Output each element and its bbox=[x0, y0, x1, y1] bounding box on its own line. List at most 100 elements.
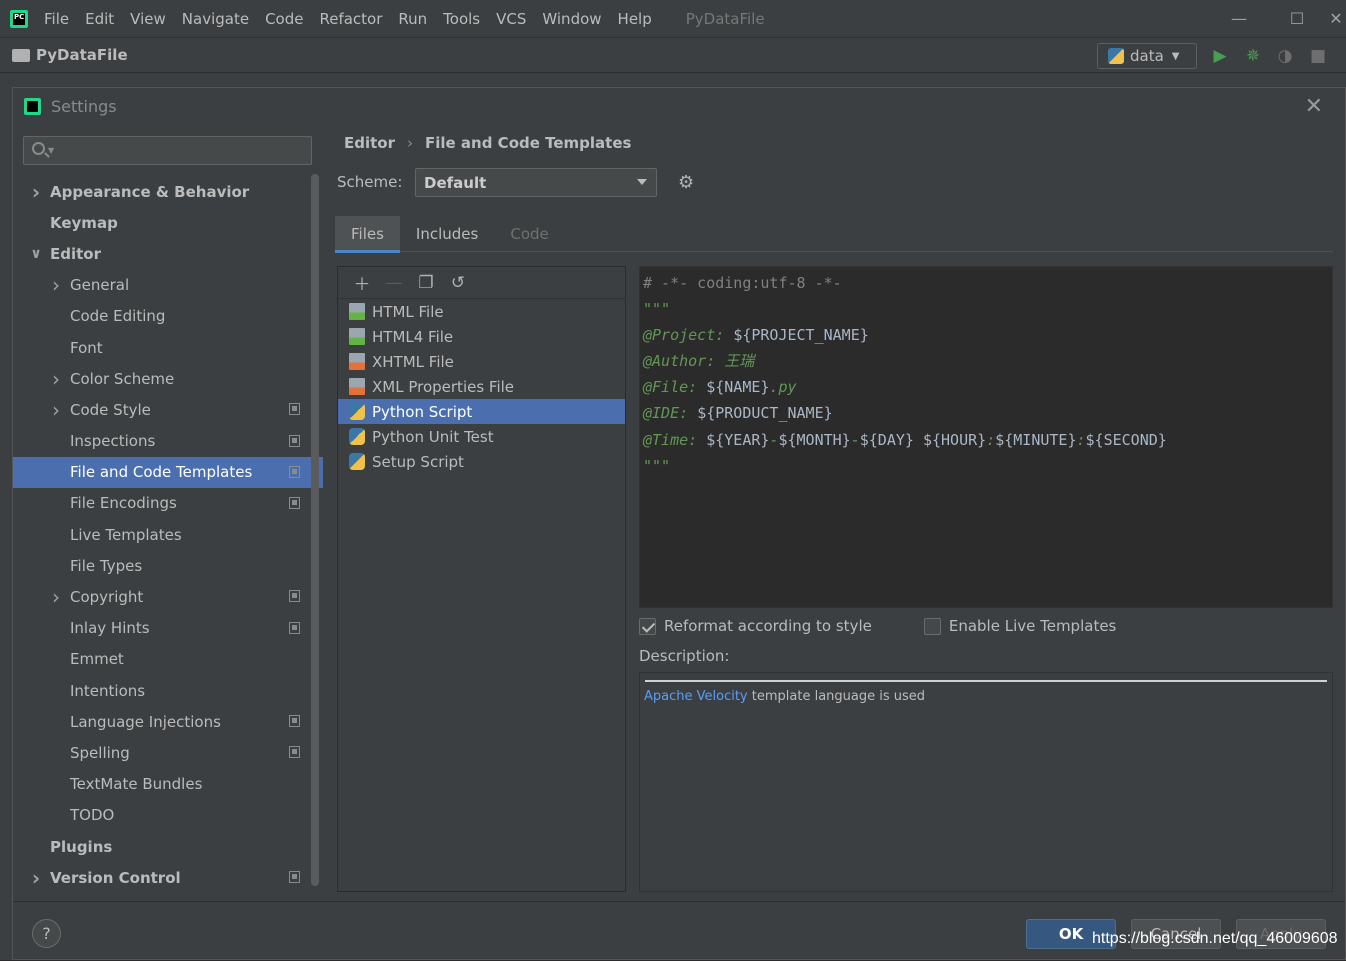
code-token: @Project: bbox=[643, 326, 734, 345]
template-item-label: XML Properties File bbox=[372, 377, 515, 396]
chevron-down-icon[interactable]: ∨ bbox=[30, 246, 42, 262]
menu-run[interactable]: Run bbox=[390, 10, 435, 28]
sidebar-item-intentions[interactable]: Intentions bbox=[13, 675, 323, 706]
sidebar-item-keymap[interactable]: Keymap bbox=[13, 207, 323, 238]
gear-icon[interactable]: ⚙ bbox=[678, 172, 694, 193]
debug-icon[interactable]: ✵ bbox=[1243, 46, 1263, 66]
sidebar-item-label: Editor bbox=[50, 244, 101, 263]
sidebar-scrollbar[interactable] bbox=[311, 174, 319, 886]
sidebar-item-label: TODO bbox=[70, 806, 115, 825]
remove-icon[interactable]: — bbox=[378, 273, 410, 293]
sidebar-item-file-and-code-templates[interactable]: File and Code Templates bbox=[13, 456, 323, 488]
sidebar-item-editor[interactable]: ∨ Editor bbox=[13, 238, 323, 269]
sidebar-item-spelling[interactable]: Spelling bbox=[13, 737, 323, 768]
tab-files[interactable]: Files bbox=[335, 216, 400, 253]
sidebar-item-emmet[interactable]: Emmet bbox=[13, 644, 323, 675]
scheme-select[interactable]: Default bbox=[415, 168, 657, 197]
live-templates-option[interactable]: Enable Live Templates bbox=[923, 617, 1117, 635]
chevron-right-icon[interactable]: › bbox=[50, 367, 62, 391]
reformat-checkbox[interactable] bbox=[639, 617, 656, 635]
settings-search-input[interactable]: ▼ bbox=[23, 136, 312, 165]
copy-icon[interactable]: ❐ bbox=[410, 273, 442, 293]
help-button[interactable]: ? bbox=[32, 919, 61, 948]
template-item-python-script[interactable]: Python Script bbox=[338, 399, 625, 424]
run-config-label: data bbox=[1130, 47, 1164, 65]
run-icon[interactable]: ▶ bbox=[1210, 46, 1230, 66]
tab-includes[interactable]: Includes bbox=[400, 216, 494, 252]
template-item-html-file[interactable]: HTML File bbox=[338, 299, 625, 324]
add-icon[interactable]: ＋ bbox=[346, 270, 378, 295]
sidebar-item-color-scheme[interactable]: › Color Scheme bbox=[13, 363, 323, 394]
search-icon bbox=[32, 142, 45, 155]
menu-window[interactable]: Window bbox=[534, 10, 609, 28]
sidebar-item-code-style[interactable]: › Code Style bbox=[13, 394, 323, 425]
sidebar-item-live-templates[interactable]: Live Templates bbox=[13, 519, 323, 550]
chevron-right-icon[interactable]: › bbox=[50, 273, 62, 297]
template-item-setup-script[interactable]: Setup Script bbox=[338, 449, 625, 474]
sidebar-item-code-editing[interactable]: Code Editing bbox=[13, 301, 323, 332]
reformat-label: Reformat according to style bbox=[664, 617, 872, 635]
menu-tools[interactable]: Tools bbox=[435, 10, 488, 28]
menu-view[interactable]: View bbox=[122, 10, 174, 28]
coverage-icon[interactable]: ◑ bbox=[1275, 46, 1295, 66]
sidebar-item-appearance-behavior[interactable]: › Appearance & Behavior bbox=[13, 176, 323, 207]
template-item-xml-properties-file[interactable]: XML Properties File bbox=[338, 374, 625, 399]
chevron-right-icon[interactable]: › bbox=[30, 180, 42, 204]
code-token: ${YEAR} bbox=[706, 430, 770, 449]
sidebar-item-font[interactable]: Font bbox=[13, 332, 323, 363]
close-icon[interactable]: ✕ bbox=[1305, 94, 1323, 119]
code-line: @Project: ${PROJECT_NAME} bbox=[643, 322, 1332, 348]
scheme-label: Scheme: bbox=[337, 173, 403, 191]
maximize-icon[interactable]: ☐ bbox=[1268, 9, 1326, 28]
tab-code: Code bbox=[510, 225, 549, 243]
chevron-right-icon[interactable]: › bbox=[30, 866, 42, 890]
sidebar-item-copyright[interactable]: › Copyright bbox=[13, 581, 323, 612]
sidebar-item-plugins[interactable]: Plugins bbox=[13, 831, 323, 862]
minimize-icon[interactable]: — bbox=[1210, 9, 1268, 28]
logo-text: PC bbox=[14, 12, 25, 21]
breadcrumb-editor[interactable]: Editor bbox=[344, 134, 395, 152]
template-item-python-unit-test[interactable]: Python Unit Test bbox=[338, 424, 625, 449]
template-editor[interactable]: # -*- coding:utf-8 -*- """ @Project: ${PRO… bbox=[639, 266, 1333, 608]
menu-help[interactable]: Help bbox=[610, 10, 660, 28]
settings-content: Editor › File and Code Templates Scheme:… bbox=[323, 124, 1345, 901]
reset-icon[interactable]: ↺ bbox=[442, 273, 474, 293]
settings-dialog: Settings ✕ ▼ › Appearance & Behavior Keyma… bbox=[12, 87, 1346, 960]
sidebar-item-language-injections[interactable]: Language Injections bbox=[13, 706, 323, 737]
sidebar-item-version-control[interactable]: › Version Control bbox=[13, 862, 323, 893]
stop-icon[interactable]: ■ bbox=[1308, 46, 1328, 66]
sidebar-item-label: Color Scheme bbox=[70, 369, 175, 388]
left-tool-strip bbox=[0, 87, 12, 960]
code-token: ${DAY} bbox=[859, 430, 914, 449]
sidebar-item-todo[interactable]: TODO bbox=[13, 800, 323, 831]
chevron-right-icon[interactable]: › bbox=[50, 585, 62, 609]
sidebar-item-inspections[interactable]: Inspections bbox=[13, 426, 323, 457]
sidebar-item-file-types[interactable]: File Types bbox=[13, 550, 323, 581]
chevron-right-icon[interactable]: › bbox=[50, 398, 62, 422]
code-token: ${PROJECT_NAME} bbox=[733, 326, 869, 345]
code-token: ${HOUR} bbox=[922, 430, 987, 449]
code-token: ${PRODUCT_NAME} bbox=[697, 404, 833, 423]
menu-file[interactable]: File bbox=[36, 10, 77, 28]
code-token: ${MONTH} bbox=[778, 430, 851, 449]
run-config-select[interactable]: data ▼ bbox=[1097, 43, 1197, 69]
sidebar-item-textmate-bundles[interactable]: TextMate Bundles bbox=[13, 769, 323, 800]
menu-code[interactable]: Code bbox=[257, 10, 311, 28]
code-token: ${SECOND} bbox=[1085, 430, 1167, 449]
menu-refactor[interactable]: Refactor bbox=[311, 10, 390, 28]
reformat-option[interactable]: Reformat according to style bbox=[639, 617, 872, 635]
sidebar-item-file-encodings[interactable]: File Encodings bbox=[13, 488, 323, 519]
sidebar-item-label: Version Control bbox=[50, 868, 181, 887]
template-item-xhtml-file[interactable]: XHTML File bbox=[338, 349, 625, 374]
template-item-html4-file[interactable]: HTML4 File bbox=[338, 324, 625, 349]
menu-vcs[interactable]: VCS bbox=[488, 10, 534, 28]
menu-navigate[interactable]: Navigate bbox=[174, 10, 257, 28]
live-templates-checkbox[interactable] bbox=[923, 617, 941, 635]
menu-edit[interactable]: Edit bbox=[77, 10, 122, 28]
close-window-icon[interactable]: ✕ bbox=[1326, 9, 1346, 28]
apache-velocity-link[interactable]: Apache Velocity bbox=[644, 689, 748, 704]
live-templates-label: Enable Live Templates bbox=[948, 617, 1117, 635]
sidebar-item-general[interactable]: › General bbox=[13, 270, 323, 301]
project-name[interactable]: PyDataFile bbox=[36, 46, 128, 64]
sidebar-item-inlay-hints[interactable]: Inlay Hints bbox=[13, 613, 323, 644]
